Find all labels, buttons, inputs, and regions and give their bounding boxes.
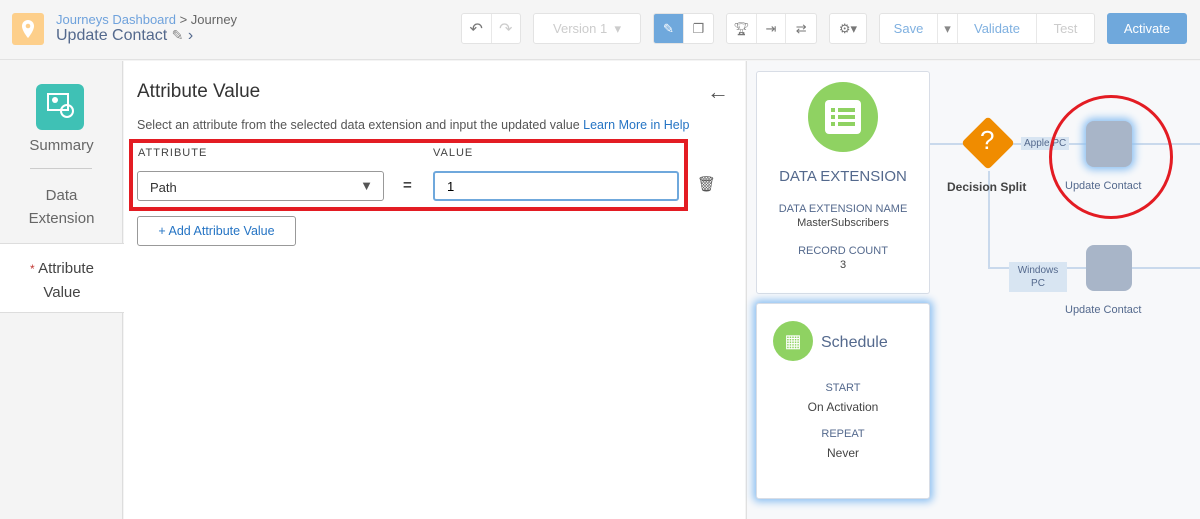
repeat-value: Never xyxy=(826,446,859,460)
back-arrow-icon[interactable]: ← xyxy=(707,79,729,105)
version-select[interactable]: Version 1 ▾ xyxy=(533,13,641,44)
highlight-circle xyxy=(1049,95,1173,219)
calendar-icon: ▦ xyxy=(773,321,813,361)
sidebar-item-data-extension[interactable]: Data Extension xyxy=(0,184,123,230)
divider xyxy=(30,168,92,169)
mode-group: ✎ ❐ xyxy=(653,13,714,44)
save-button[interactable]: Save xyxy=(880,14,938,43)
attribute-select-value: Path xyxy=(150,180,177,195)
undo-redo-group: ↶ ↷ xyxy=(461,13,521,44)
record-count-value: 3 xyxy=(839,259,847,271)
entry-event-icon[interactable]: ⇄ xyxy=(786,14,816,43)
de-name-value: MasterSubscribers xyxy=(797,217,889,229)
settings-gear-icon[interactable]: ⚙▾ xyxy=(829,13,867,44)
required-marker: * xyxy=(30,262,35,276)
data-extension-icon xyxy=(808,82,878,152)
update-contact-icon xyxy=(36,84,84,130)
data-extension-title: DATA EXTENSION xyxy=(779,168,907,185)
save-dropdown-icon[interactable]: ▾ xyxy=(938,14,958,43)
validate-button[interactable]: Validate xyxy=(958,14,1037,43)
learn-more-link[interactable]: Learn More in Help xyxy=(583,118,689,132)
sidebar-item-attribute-value[interactable]: * Attribute Value xyxy=(0,243,124,313)
attribute-header: ATTRIBUTE xyxy=(138,147,208,159)
sidebar-item-label: Attribute Value xyxy=(38,260,94,301)
repeat-label: REPEAT xyxy=(821,428,865,440)
schedule-card[interactable]: ▦ Schedule START On Activation REPEAT Ne… xyxy=(756,303,930,499)
pencil-icon[interactable]: ✎ xyxy=(172,27,184,43)
journey-canvas: DATA EXTENSION DATA EXTENSION NAME Maste… xyxy=(746,61,1200,519)
breadcrumb-sep: > xyxy=(175,12,191,27)
value-input[interactable] xyxy=(433,171,679,201)
breadcrumb-current: Journey xyxy=(190,12,238,27)
attribute-select[interactable]: Path ▼ xyxy=(137,171,384,201)
data-extension-card[interactable]: DATA EXTENSION DATA EXTENSION NAME Maste… xyxy=(756,71,930,294)
decision-split-label: Decision Split xyxy=(947,180,1027,194)
tools-group: 🏆︎ ⇥ ⇄ xyxy=(726,13,817,44)
record-count-label: RECORD COUNT xyxy=(798,245,888,257)
activate-button[interactable]: Activate xyxy=(1107,13,1187,44)
panel-title: Attribute Value xyxy=(137,81,261,102)
header: Journeys Dashboard > Journey Update Cont… xyxy=(0,0,1200,60)
de-name-label: DATA EXTENSION NAME xyxy=(778,203,908,215)
activity-label: Update Contact xyxy=(1065,304,1142,316)
panel-description: Select an attribute from the selected da… xyxy=(137,118,689,132)
page-title: Update Contact ✎ › xyxy=(56,27,193,45)
version-label: Version 1 xyxy=(553,21,608,36)
chevron-right-icon[interactable]: › xyxy=(188,27,193,44)
chevron-down-icon: ▼ xyxy=(360,178,373,193)
save-group: Save ▾ Validate Test xyxy=(879,13,1095,44)
question-mark-icon: ? xyxy=(980,125,995,155)
add-attribute-value-button[interactable]: + Add Attribute Value xyxy=(137,216,296,246)
goal-trophy-icon[interactable]: 🏆︎ xyxy=(727,14,757,43)
trash-icon[interactable]: 🗑︎ xyxy=(697,175,716,193)
journey-logo-icon xyxy=(12,13,44,45)
update-contact-activity-icon[interactable] xyxy=(1086,245,1132,291)
exit-icon[interactable]: ⇥ xyxy=(757,14,787,43)
start-label: START xyxy=(825,382,861,394)
breadcrumb-journeys-dashboard[interactable]: Journeys Dashboard xyxy=(56,12,176,27)
description-text: Select an attribute from the selected da… xyxy=(137,118,580,132)
copy-icon[interactable]: ❐ xyxy=(684,14,713,43)
path-label-windows: Windows PC xyxy=(1009,262,1067,292)
sidebar: Summary Data Extension * Attribute Value xyxy=(0,61,124,519)
start-value: On Activation xyxy=(807,400,879,414)
title-text: Update Contact xyxy=(56,27,168,44)
value-header: VALUE xyxy=(433,147,474,159)
edit-mode-icon[interactable]: ✎ xyxy=(654,14,684,43)
undo-icon[interactable]: ↶ xyxy=(462,14,492,43)
schedule-title: Schedule xyxy=(821,334,888,351)
test-button[interactable]: Test xyxy=(1037,14,1094,43)
attribute-value-panel: Attribute Value ← Select an attribute fr… xyxy=(124,61,745,519)
sidebar-item-summary[interactable]: Summary xyxy=(0,137,123,154)
equals-sign: = xyxy=(403,177,412,194)
redo-icon[interactable]: ↷ xyxy=(492,14,521,43)
breadcrumb: Journeys Dashboard > Journey xyxy=(56,12,237,27)
